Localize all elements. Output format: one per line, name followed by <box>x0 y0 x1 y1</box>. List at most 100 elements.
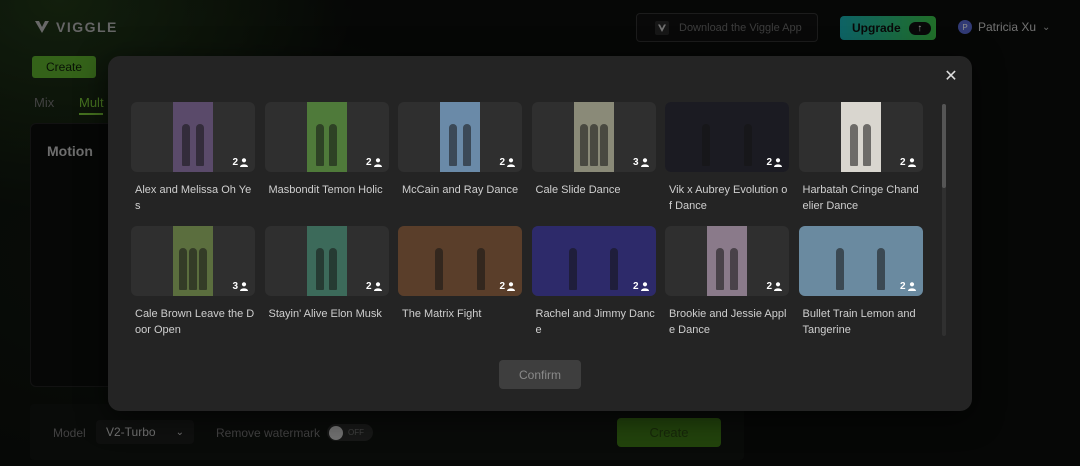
template-title: Bullet Train Lemon and Tangerine <box>802 308 916 336</box>
person-icon <box>774 282 782 291</box>
template-thumbnail: 2 <box>665 102 789 172</box>
figure-silhouette <box>863 124 872 166</box>
template-title: Brookie and Jessie Apple Dance <box>669 308 787 336</box>
template-card[interactable]: 2 McCain and Ray Dance <box>398 102 522 198</box>
person-count: 2 <box>365 157 372 168</box>
figure-silhouette <box>716 248 725 290</box>
template-card[interactable]: 2 Vik x Aubrey Evolution of Dance <box>665 102 789 214</box>
template-thumbnail: 3 <box>531 102 656 172</box>
person-icon <box>907 158 916 167</box>
person-count-badge: 2 <box>633 281 649 292</box>
person-count: 2 <box>232 157 238 168</box>
person-count: 2 <box>632 281 639 292</box>
figure-silhouette <box>329 248 338 290</box>
template-card[interactable]: 2 Alex and Melissa Oh Yes <box>131 102 255 214</box>
person-icon <box>907 282 916 291</box>
template-card[interactable]: 3 Cale Slide Dance <box>531 102 656 198</box>
template-thumbnail: 2 <box>665 226 789 296</box>
template-title: McCain and Ray Dance <box>402 184 519 196</box>
template-title: Rachel and Jimmy Dance <box>535 308 655 336</box>
figure-silhouette <box>743 124 752 166</box>
template-thumbnail: 2 <box>531 226 656 296</box>
person-count-badge: 2 <box>499 281 515 292</box>
template-thumbnail: 3 <box>131 226 255 296</box>
template-card[interactable]: 2 Stayin' Alive Elon Musk <box>264 226 389 322</box>
person-icon <box>507 282 515 291</box>
thumbnail-image <box>440 102 480 172</box>
thumbnail-image <box>840 102 881 172</box>
template-card[interactable]: 3 Cale Brown Leave the Door Open <box>131 226 255 338</box>
person-count-badge: 2 <box>499 157 515 168</box>
person-count: 2 <box>499 281 505 292</box>
person-count: 3 <box>632 157 639 168</box>
figure-silhouette <box>729 248 738 290</box>
template-card[interactable]: 2 Masbondit Temon Holic <box>264 102 389 198</box>
person-count: 2 <box>766 157 772 168</box>
thumbnail-image <box>306 226 347 296</box>
template-thumbnail: 2 <box>798 102 923 172</box>
figure-silhouette <box>579 124 588 166</box>
thumbnail-image <box>707 226 747 296</box>
thumbnail-image <box>306 102 347 172</box>
thumbnail-image <box>173 102 213 172</box>
person-icon <box>507 158 515 167</box>
template-title: Harbatah Cringe Chandelier Dance <box>802 184 919 212</box>
figure-silhouette <box>329 124 338 166</box>
figure-silhouette <box>568 248 577 290</box>
person-count: 2 <box>766 281 772 292</box>
close-icon[interactable]: ✕ <box>942 68 960 86</box>
figure-silhouette <box>195 124 204 166</box>
template-title: Stayin' Alive Elon Musk <box>268 308 382 320</box>
person-icon <box>240 282 248 291</box>
template-card[interactable]: 2 Rachel and Jimmy Dance <box>531 226 656 338</box>
template-title: Cale Brown Leave the Door Open <box>135 308 255 336</box>
person-count-badge: 2 <box>766 281 782 292</box>
person-count-badge: 2 <box>900 281 916 292</box>
template-thumbnail: 2 <box>398 226 522 296</box>
template-thumbnail: 2 <box>131 102 255 172</box>
person-count-badge: 2 <box>366 157 382 168</box>
figure-silhouette <box>589 124 598 166</box>
person-count-badge: 2 <box>766 157 782 168</box>
template-card[interactable]: 2 Harbatah Cringe Chandelier Dance <box>798 102 923 214</box>
person-count-badge: 3 <box>232 281 248 292</box>
template-card[interactable]: 2 Brookie and Jessie Apple Dance <box>665 226 789 338</box>
template-title: The Matrix Fight <box>402 308 482 320</box>
figure-silhouette <box>315 124 324 166</box>
person-icon <box>640 158 649 167</box>
template-title: Masbondit Temon Holic <box>268 184 383 196</box>
confirm-button[interactable]: Confirm <box>499 360 581 389</box>
template-title: Cale Slide Dance <box>535 184 621 196</box>
template-card[interactable]: 2 The Matrix Fight <box>398 226 522 322</box>
template-picker-modal: ✕ 2 Alex and Melissa Oh Yes 2 Masbondit Tem… <box>108 56 972 411</box>
person-icon <box>240 158 248 167</box>
person-count: 2 <box>365 281 372 292</box>
figure-silhouette <box>476 248 485 290</box>
figure-silhouette <box>435 248 444 290</box>
figure-silhouette <box>702 124 711 166</box>
person-count-badge: 3 <box>633 157 649 168</box>
template-title: Vik x Aubrey Evolution of Dance <box>669 184 788 212</box>
person-icon <box>373 282 382 291</box>
person-count: 3 <box>232 281 238 292</box>
template-card[interactable]: 2 Bullet Train Lemon and Tangerine <box>798 226 923 338</box>
person-count-badge: 2 <box>900 157 916 168</box>
figure-silhouette <box>182 124 191 166</box>
person-icon <box>774 158 782 167</box>
template-thumbnail: 2 <box>264 226 389 296</box>
template-thumbnail: 2 <box>398 102 522 172</box>
person-count: 2 <box>899 281 906 292</box>
person-count-badge: 2 <box>366 281 382 292</box>
scrollbar-thumb[interactable] <box>942 104 946 188</box>
figure-silhouette <box>315 248 324 290</box>
scrollbar[interactable] <box>942 104 946 336</box>
person-count-badge: 2 <box>232 157 248 168</box>
person-icon <box>373 158 382 167</box>
figure-silhouette <box>199 248 207 290</box>
figure-silhouette <box>877 248 886 290</box>
template-thumbnail: 2 <box>264 102 389 172</box>
person-icon <box>640 282 649 291</box>
template-title: Alex and Melissa Oh Yes <box>135 184 252 212</box>
figure-silhouette <box>599 124 608 166</box>
template-thumbnail: 2 <box>798 226 923 296</box>
